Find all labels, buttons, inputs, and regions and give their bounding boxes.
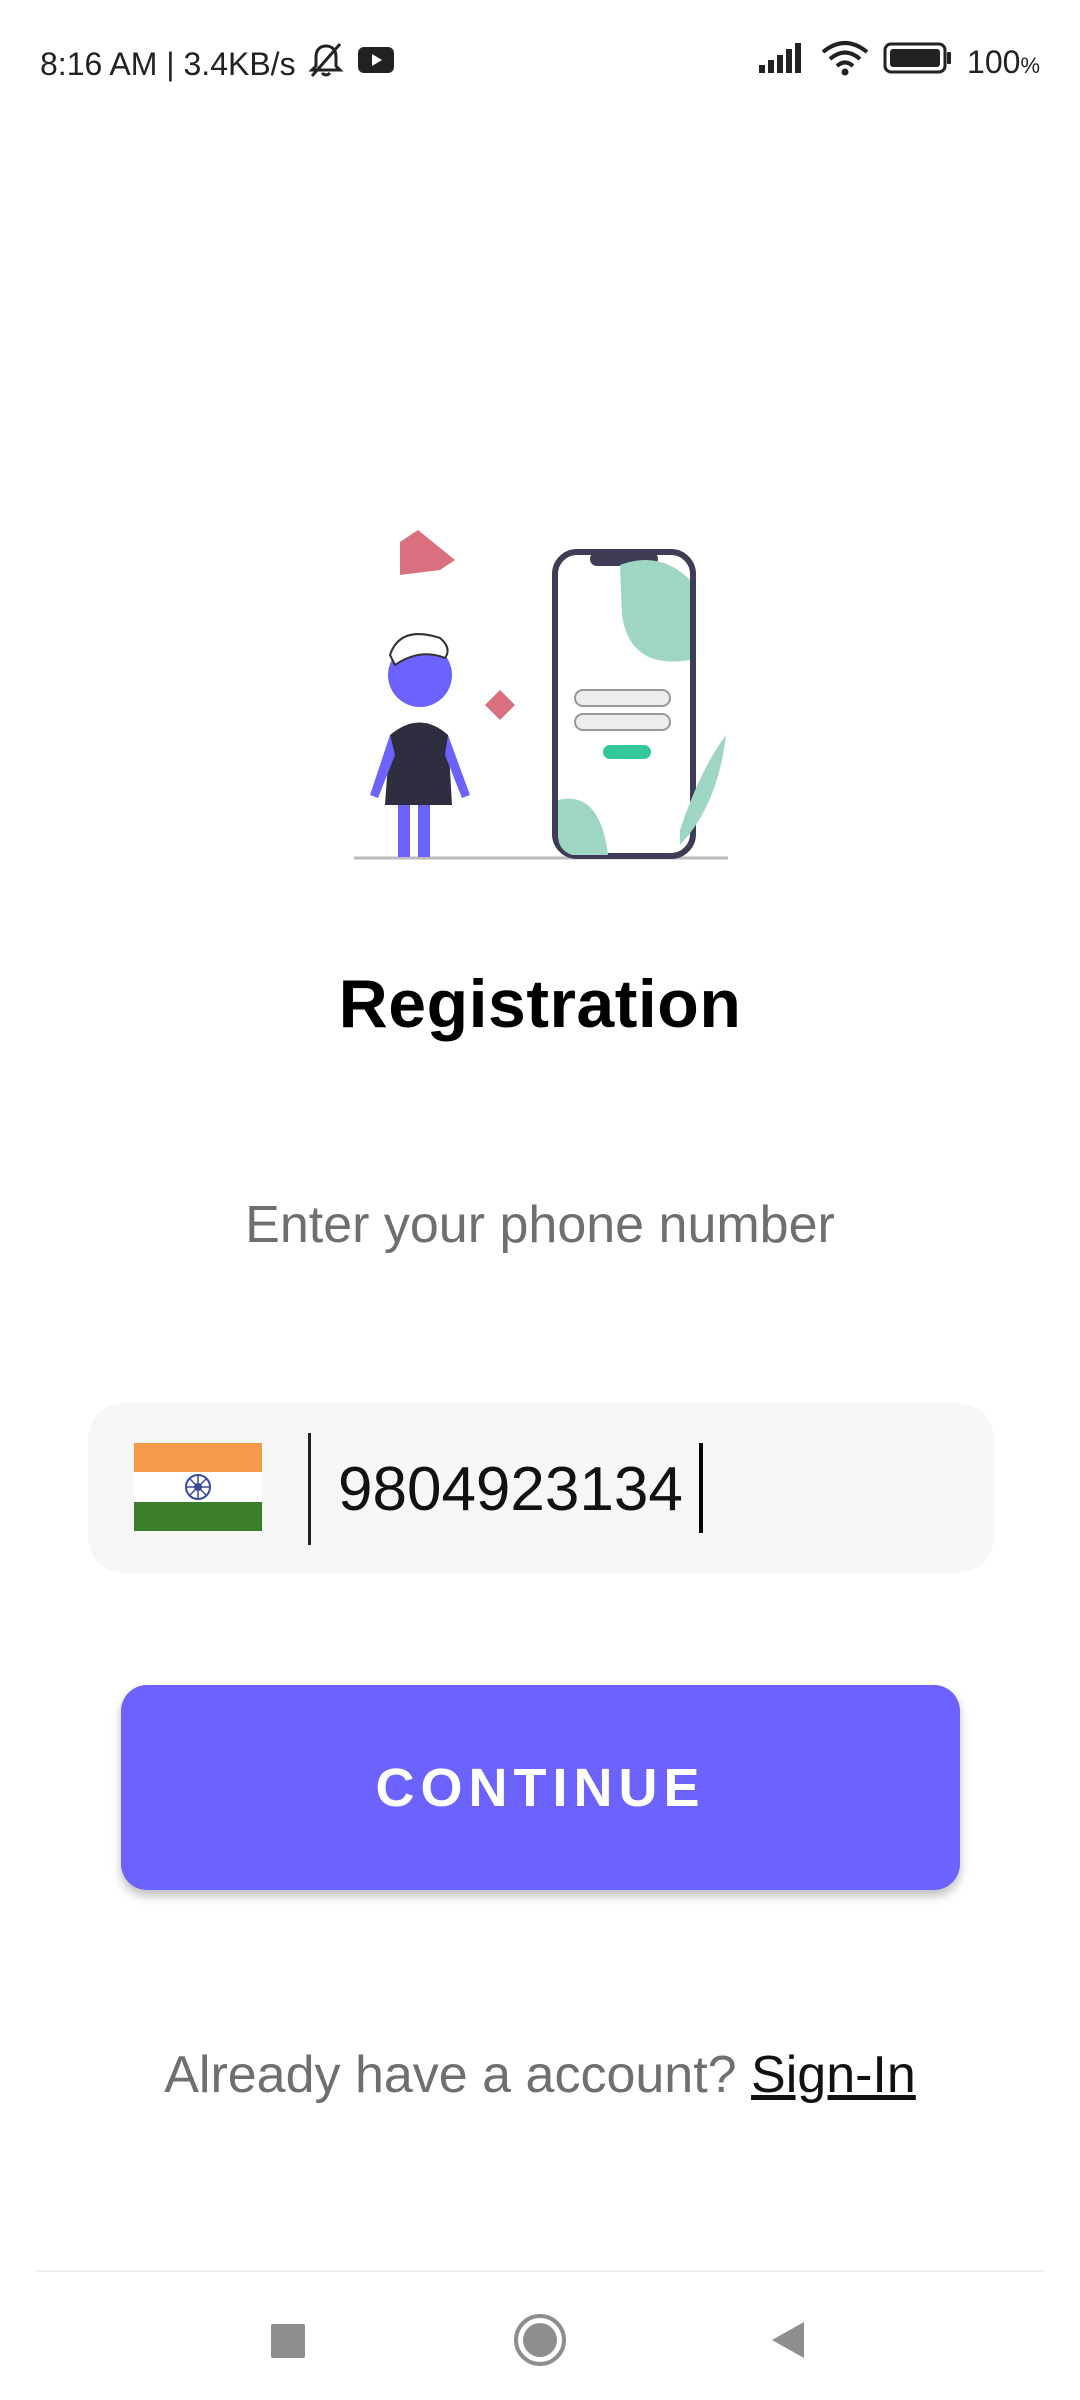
phone-prompt: Enter your phone number — [245, 1196, 835, 1254]
status-right: 100% — [757, 40, 1040, 84]
recents-icon[interactable] — [268, 2310, 308, 2375]
signin-link[interactable]: Sign-In — [751, 2046, 916, 2104]
continue-button[interactable]: CONTINUE — [121, 1685, 960, 1890]
mute-bell-icon — [306, 40, 346, 88]
input-divider — [308, 1433, 311, 1545]
system-nav-bar — [0, 2290, 1080, 2400]
wifi-icon — [821, 40, 869, 84]
home-icon[interactable] — [512, 2310, 568, 2375]
phone-number-field[interactable] — [338, 1433, 938, 1545]
signin-prompt-text: Already have a account? — [164, 2046, 752, 2104]
status-left: 8:16 AM | 3.4KB/s — [40, 40, 396, 88]
back-icon[interactable] — [768, 2310, 808, 2375]
signin-prompt-row: Already have a account? Sign-In — [0, 2045, 1080, 2105]
text-cursor — [699, 1443, 703, 1533]
nav-divider — [36, 2270, 1044, 2272]
page-title: Registration — [338, 966, 742, 1042]
battery-percent-sign: % — [1020, 52, 1040, 78]
registration-illustration — [340, 520, 740, 870]
signal-icon — [757, 41, 807, 83]
youtube-icon — [356, 44, 396, 84]
status-time-speed: 8:16 AM | 3.4KB/s — [40, 45, 296, 82]
phone-input-container — [88, 1403, 994, 1573]
status-bar: 8:16 AM | 3.4KB/s 100% — [0, 0, 1080, 130]
india-flag-icon[interactable] — [134, 1443, 262, 1531]
battery-icon — [883, 41, 953, 83]
registration-screen: 8:16 AM | 3.4KB/s 100% Registration Ente… — [0, 0, 1080, 2400]
battery-percent: 100% — [967, 43, 1040, 80]
